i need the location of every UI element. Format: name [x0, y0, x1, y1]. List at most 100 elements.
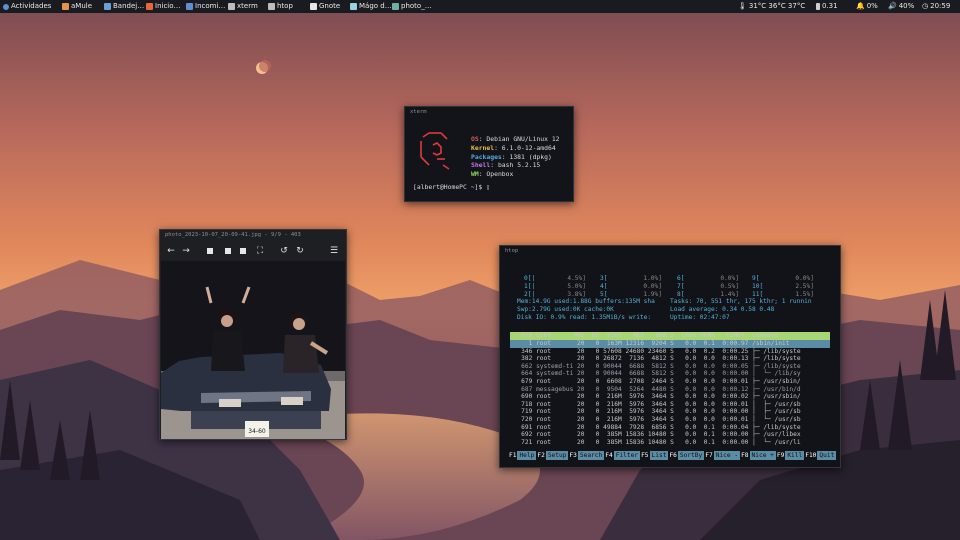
rotate-right-icon[interactable]: ↻	[294, 245, 306, 257]
htop-window[interactable]: htop 0[| 4.5%] 1[| 5.0%] 2[| 3.8%] 3[1.0%] 4[0.…	[499, 245, 841, 468]
clock-text: 20:59	[930, 2, 951, 10]
function-key-label: Nice -	[713, 451, 741, 460]
function-key-button[interactable]: F1 Help	[508, 451, 537, 460]
table-row[interactable]: 692 root 20 0 385M 15836 10480 S 0.0 0.1…	[510, 431, 830, 439]
function-key-button[interactable]: F8 Nice +	[740, 451, 776, 460]
cpu-label: 10[	[752, 283, 764, 290]
info-key: OS	[471, 135, 479, 143]
info-key: Kernel	[471, 143, 495, 152]
image-icon	[392, 3, 399, 10]
previous-arrow-icon[interactable]: ←	[165, 245, 177, 257]
table-row[interactable]: 720 root 20 0 216M 5976 3464 S 0.0 0.0 0…	[510, 416, 830, 424]
xterm-window[interactable]: xterm OS: Debian GNU/Linux 12 Kernel: 6.1…	[404, 106, 574, 202]
taskbar-item[interactable]: Gnote	[310, 0, 340, 13]
taskbar-item-label: aMule	[71, 2, 93, 10]
function-key-button[interactable]: F5 List	[640, 451, 669, 460]
fit-window-icon[interactable]: ⛶	[254, 245, 266, 257]
cpu-label: 0[|	[524, 275, 536, 282]
taskbar-item[interactable]: photo_…	[392, 0, 432, 13]
info-key: WM	[471, 170, 479, 179]
table-row[interactable]: 664 systemd-ti 20 0 90044 6688 5812 S 0.…	[510, 370, 830, 378]
notifications-indicator[interactable]: 🔔 0%	[856, 0, 878, 13]
zoom-original-icon[interactable]	[237, 245, 249, 257]
table-row[interactable]: 382 root 20 0 26872 7136 4812 S 0.0 0.0 …	[510, 355, 830, 363]
taskbar-item[interactable]: Bandej…	[104, 0, 144, 13]
cpu-label: 7[	[677, 283, 685, 290]
function-key-button[interactable]: F3 Search	[568, 451, 605, 460]
info-key: Packages	[471, 152, 502, 161]
function-key-number: F7	[704, 451, 714, 460]
tasks-meter: Tasks: 70, 551 thr, 175 kthr; 1 runnin	[670, 298, 812, 305]
function-key-label: Kill	[785, 451, 805, 460]
taskbar-item[interactable]: Mágo d…	[350, 0, 392, 13]
shell-prompt[interactable]: [albert@HomePC ~]$ ▯	[413, 183, 490, 192]
terminal-icon	[268, 3, 275, 10]
cpu-label: 8[	[677, 291, 685, 298]
load-indicator[interactable]: 0.31	[816, 0, 838, 13]
function-key-number: F2	[536, 451, 546, 460]
cpu-meter: 6[0.0%]	[677, 275, 739, 283]
cpu-icon	[816, 3, 820, 10]
disk-io-meter: Disk IO: 0.9% read: 1.35MiB/s write:	[517, 314, 652, 321]
function-key-button[interactable]: F7 Nice -	[704, 451, 741, 460]
clock-icon: ◷	[922, 2, 929, 10]
cpu-label: 3[	[600, 275, 608, 282]
thermometer-icon: 🌡	[738, 2, 747, 10]
taskbar-item-label: Mágo d…	[359, 2, 392, 10]
wizard-icon	[350, 3, 357, 10]
folder-icon	[186, 3, 193, 10]
taskbar-item[interactable]: htop	[268, 0, 293, 13]
function-key-button[interactable]: F4 Filter	[604, 451, 641, 460]
volume-indicator[interactable]: 🔊 40%	[888, 0, 914, 13]
table-row[interactable]: 1 root 20 0 163M 12316 9204 S 0.0 0.1 0:…	[510, 340, 830, 348]
taskbar-item-label: Bandej…	[113, 2, 145, 10]
info-line: Kernel: 6.1.0-12-amd64	[471, 144, 560, 153]
image-viewer-window[interactable]: photo_2023-10-07_20-09-41.jpg - 9/9 - 40…	[159, 229, 347, 440]
function-key-number: F8	[740, 451, 750, 460]
activities-button[interactable]: Actividades	[3, 0, 51, 13]
amule-icon	[62, 3, 69, 10]
cpu-percent: 5.0%]	[567, 283, 586, 290]
next-arrow-icon[interactable]: →	[180, 245, 192, 257]
function-key-number: F10	[804, 451, 818, 460]
taskbar-item[interactable]: aMule	[62, 0, 92, 13]
clock[interactable]: ◷ 20:59	[922, 0, 950, 13]
function-key-button[interactable]: F2 Setup	[536, 451, 569, 460]
function-key-label: List	[649, 451, 669, 460]
info-line: OS: Debian GNU/Linux 12	[471, 135, 560, 144]
function-key-button[interactable]: F6 SortBy	[668, 451, 705, 460]
function-key-number: F4	[604, 451, 614, 460]
function-key-button[interactable]: F10 Quit	[804, 451, 837, 460]
menu-icon[interactable]: ☰	[328, 245, 340, 257]
cpu-meter: 10[2.5%]	[752, 283, 814, 291]
function-key-button[interactable]: F9 Kill	[775, 451, 805, 460]
activities-icon	[3, 3, 9, 10]
cpu-label: 9[	[752, 275, 760, 282]
zoom-in-icon[interactable]	[204, 245, 216, 257]
taskbar-item[interactable]: Inicio…	[146, 0, 181, 13]
function-key-number: F3	[568, 451, 578, 460]
function-key-label: Filter	[613, 451, 641, 460]
fastfetch-info: OS: Debian GNU/Linux 12 Kernel: 6.1.0-12-…	[471, 135, 560, 179]
cpu-percent: 0.0%]	[720, 275, 739, 282]
table-row[interactable]: 721 root 20 0 385M 15836 10480 S 0.0 0.1…	[510, 439, 830, 447]
taskbar-item[interactable]: xterm	[228, 0, 258, 13]
cpu-percent: 0.0%]	[795, 275, 814, 282]
terminal-icon	[228, 3, 235, 10]
taskbar-item[interactable]: Incomi…	[186, 0, 225, 13]
firefox-icon	[146, 3, 153, 10]
table-row[interactable]: 679 root 20 0 6608 2708 2464 S 0.0 0.0 0…	[510, 378, 830, 386]
info-line: WM: Openbox	[471, 170, 560, 179]
zoom-out-icon[interactable]	[222, 245, 234, 257]
temperature-indicator[interactable]: 🌡 31°C 36°C 37°C	[738, 0, 805, 13]
function-key-label: Quit	[817, 451, 837, 460]
rotate-left-icon[interactable]: ↺	[278, 245, 290, 257]
viewer-title: photo_2023-10-07_20-09-41.jpg - 9/9 - 40…	[165, 232, 301, 238]
function-key-bar: F1 Help F2 Setup F3 Search F4 Filter F5 List F6 Sor…	[508, 451, 837, 460]
table-row[interactable]: 719 root 20 0 216M 5976 3464 S 0.0 0.0 0…	[510, 408, 830, 416]
process-table-header[interactable]: PID USER PRI NI VIRT RES SHR S CPU% MEM%…	[510, 332, 830, 340]
table-row[interactable]: 690 root 20 0 216M 5976 3464 S 0.0 0.0 0…	[510, 393, 830, 401]
cpu-percent: 4.5%]	[567, 275, 586, 282]
cpu-percent: 0.5%]	[720, 283, 739, 290]
temperature-text: 31°C 36°C 37°C	[748, 2, 806, 10]
